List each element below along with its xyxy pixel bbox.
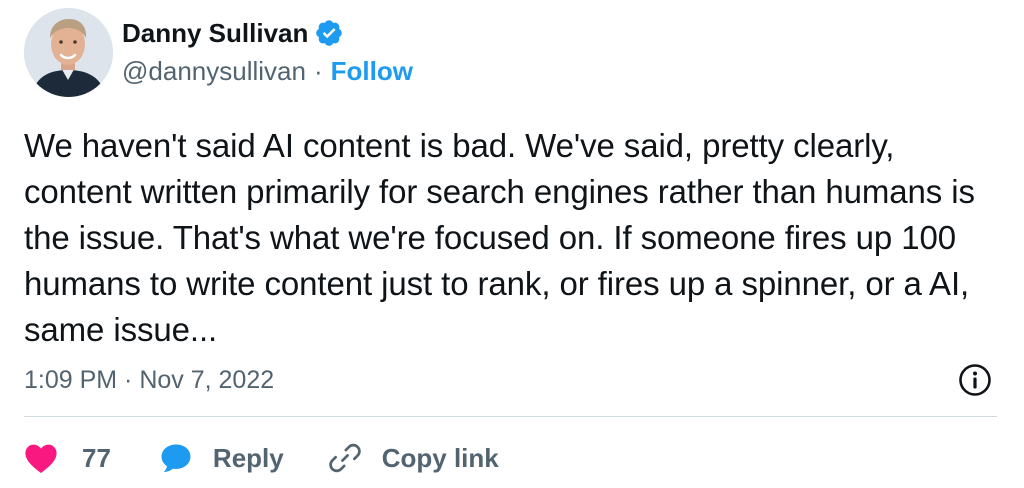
like-count: 77 [82,442,111,473]
separator-dot: · [313,55,323,86]
divider [24,416,997,417]
follow-button[interactable]: Follow [331,56,413,87]
author-name-row: Danny Sullivan [122,16,344,50]
avatar[interactable] [24,8,113,97]
tweet-text: We haven't said AI content is bad. We've… [24,127,975,348]
author-handle-row: @dannysullivan · Follow [122,55,413,87]
reply-button[interactable]: Reply [159,441,284,475]
like-button[interactable]: 77 [24,442,111,474]
info-icon[interactable] [957,362,993,398]
link-icon [328,443,361,473]
copy-link-label: Copy link [381,442,499,473]
tweet-actions: 77 Reply Copy link [24,436,499,480]
reply-bubble-icon [161,444,191,473]
heart-icon [25,444,57,474]
tweet-timestamp[interactable]: 1:09 PM · Nov 7, 2022 [24,364,274,396]
author-name[interactable]: Danny Sullivan [122,18,308,49]
reply-label: Reply [212,442,284,473]
copy-link-button[interactable]: Copy link [328,441,499,475]
author-handle[interactable]: @dannysullivan [122,56,306,87]
verified-badge-icon [316,20,343,46]
